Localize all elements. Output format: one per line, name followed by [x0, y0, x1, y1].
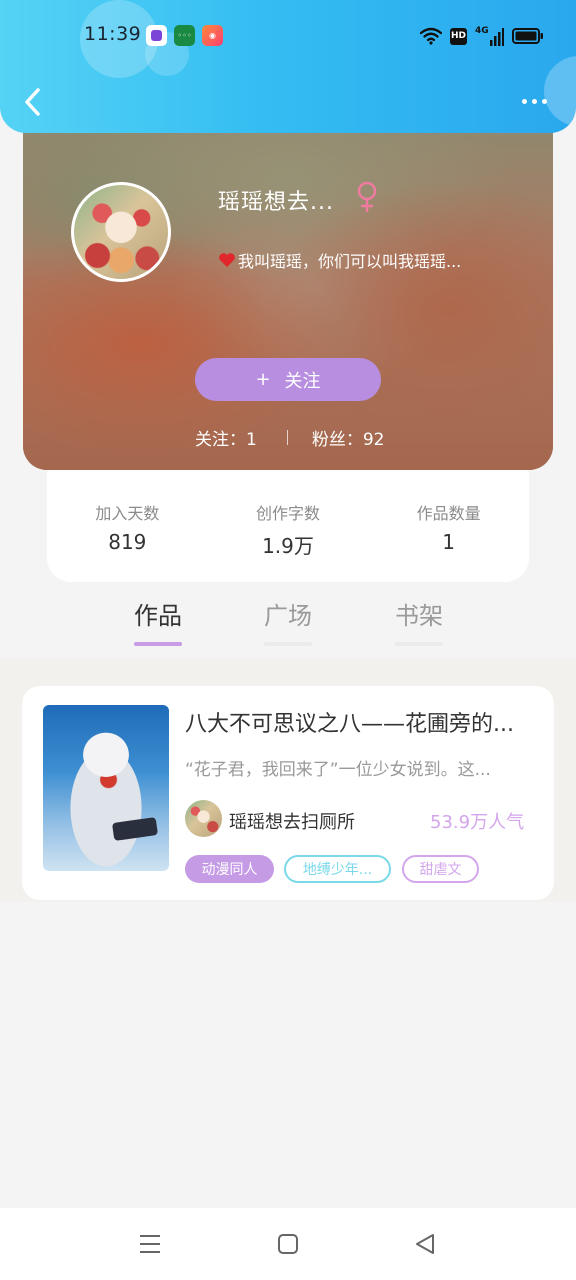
tag-jibaku-shounen[interactable]: 地缚少年... — [284, 855, 391, 883]
home-button[interactable] — [268, 1228, 308, 1260]
stat-value: 819 — [108, 530, 147, 554]
back-triangle-icon — [416, 1234, 434, 1254]
profile-bio: 我叫瑶瑶，你们可以叫我瑶瑶... — [218, 248, 461, 272]
signal-icon: 4G — [475, 26, 504, 46]
battery-icon — [511, 28, 543, 44]
follow-label: 关注 — [284, 370, 321, 392]
more-dot — [521, 98, 527, 104]
tag-bittersweet[interactable]: 甜虐文 — [402, 855, 479, 883]
tab-label: 作品 — [134, 602, 182, 630]
blurred-background — [23, 110, 553, 470]
stat-join-days: 加入天数 819 — [57, 500, 197, 554]
status-time: 11:39 — [84, 23, 142, 45]
tab-square[interactable]: 广场 — [248, 596, 328, 646]
tab-label: 广场 — [264, 602, 312, 630]
tab-indicator — [134, 642, 182, 646]
followers-count[interactable]: 粉丝：92 — [312, 425, 385, 450]
follow-counts: 关注：1 粉丝：92 — [195, 425, 384, 450]
purple-app-icon — [146, 25, 167, 46]
network-type: 4G — [475, 26, 489, 36]
profile-avatar[interactable] — [71, 182, 171, 282]
wifi-icon — [420, 27, 442, 45]
heart-icon — [219, 253, 235, 267]
stat-word-count: 创作字数 1.9万 — [218, 500, 358, 559]
profile-header-card: 瑶瑶想去... 我叫瑶瑶，你们可以叫我瑶瑶... + 关注 关注：1 粉丝：92 — [23, 110, 553, 470]
divider — [286, 430, 288, 445]
stat-label: 加入天数 — [95, 504, 160, 523]
status-indicators: HD 4G — [420, 24, 544, 48]
follow-button[interactable]: + 关注 — [195, 358, 381, 401]
stats-card: 加入天数 819 创作字数 1.9万 作品数量 1 — [47, 470, 529, 582]
work-title[interactable]: 八大不可思议之八——花圃旁的... — [185, 706, 540, 738]
author-name[interactable]: 瑶瑶想去扫厕所 — [229, 808, 355, 834]
top-header: 11:39 ◦◦◦ ◉ HD 4G — [0, 0, 576, 133]
female-icon — [357, 181, 377, 212]
work-card[interactable]: 八大不可思议之八——花圃旁的... “花子君，我回来了”一位少女说到。这... … — [22, 686, 554, 900]
green-app-icon: ◦◦◦ — [174, 25, 195, 46]
profile-tabs: 作品 广场 书架 — [0, 596, 576, 658]
tag-anime-fanfic[interactable]: 动漫同人 — [185, 855, 274, 883]
more-dot — [541, 98, 547, 104]
more-button[interactable] — [515, 86, 553, 116]
system-navigation-bar — [0, 1208, 576, 1280]
tab-bookshelf[interactable]: 书架 — [379, 596, 459, 646]
stat-value: 1.9万 — [262, 534, 314, 558]
plus-icon: + — [255, 369, 271, 390]
popularity-count: 53.9万人气 — [430, 812, 525, 833]
author-avatar[interactable] — [185, 800, 222, 837]
hd-badge: HD — [450, 27, 467, 45]
following-count[interactable]: 关注：1 — [195, 425, 257, 450]
profile-username: 瑶瑶想去... — [218, 190, 334, 215]
book-cover-image[interactable] — [43, 705, 169, 871]
more-dot — [531, 98, 537, 104]
work-description: “花子君，我回来了”一位少女说到。这... — [185, 760, 491, 780]
tab-label: 书架 — [395, 602, 443, 630]
tab-indicator — [395, 642, 443, 646]
tab-works[interactable]: 作品 — [118, 596, 198, 646]
stat-works-count: 作品数量 1 — [379, 500, 519, 554]
orange-app-icon: ◉ — [202, 25, 223, 46]
stat-value: 1 — [442, 530, 455, 554]
cover-detail — [111, 817, 159, 841]
tab-indicator — [264, 642, 312, 646]
back-button[interactable] — [18, 84, 48, 120]
stat-label: 创作字数 — [255, 504, 320, 523]
system-back-button[interactable] — [405, 1228, 445, 1260]
home-square-icon — [278, 1234, 298, 1254]
stat-label: 作品数量 — [416, 504, 481, 523]
menu-icon — [140, 1235, 160, 1253]
recent-apps-button[interactable] — [130, 1228, 170, 1260]
bio-text: 我叫瑶瑶，你们可以叫我瑶瑶... — [238, 252, 462, 271]
chevron-left-icon — [25, 88, 40, 116]
